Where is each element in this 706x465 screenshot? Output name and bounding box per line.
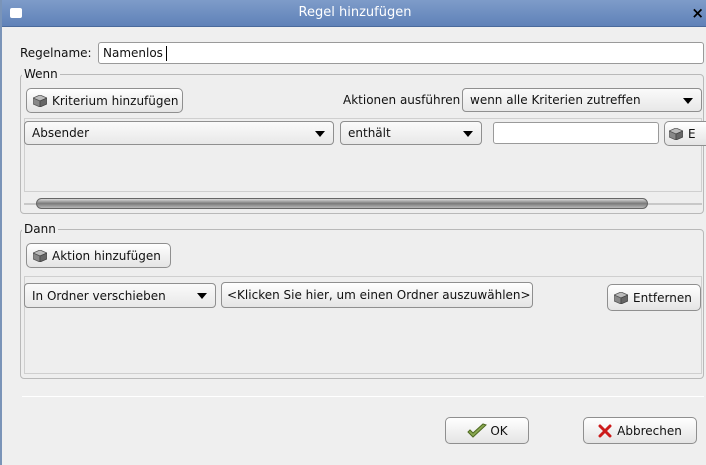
footer-divider — [22, 396, 704, 397]
text-cursor — [166, 46, 167, 61]
remove-criterion-button[interactable]: E — [664, 121, 706, 146]
remove-action-label: Entfernen — [633, 290, 692, 305]
criterion-field-select[interactable]: Absender — [24, 121, 334, 145]
ok-label: OK — [490, 423, 508, 438]
chevron-down-icon — [197, 293, 207, 299]
ok-button[interactable]: OK — [445, 417, 529, 444]
scrollbar-thumb[interactable] — [36, 198, 648, 209]
execute-actions-label: Aktionen ausführen — [343, 93, 461, 107]
add-action-button[interactable]: Aktion hinzufügen — [26, 243, 171, 268]
add-criterion-label: Kriterium hinzufügen — [52, 93, 179, 108]
criterion-value-input[interactable] — [493, 122, 659, 144]
add-action-label: Aktion hinzufügen — [52, 248, 161, 263]
checkmark-icon — [466, 422, 488, 439]
package-icon — [33, 94, 47, 107]
package-icon — [33, 249, 47, 262]
title-bar[interactable]: Regel hinzufügen × — [2, 0, 706, 27]
cancel-button[interactable]: Abbrechen — [583, 417, 697, 444]
add-criterion-button[interactable]: Kriterium hinzufügen — [26, 88, 183, 113]
red-x-icon — [598, 424, 612, 438]
chevron-down-icon — [315, 131, 325, 137]
criterion-field-value: Absender — [32, 126, 89, 140]
criterion-operator-value: enthält — [348, 126, 391, 140]
choose-folder-label: <Klicken Sie hier, um einen Ordner auszu… — [227, 288, 531, 302]
then-legend: Dann — [22, 222, 58, 236]
match-mode-value: wenn alle Kriterien zutreffen — [470, 93, 641, 107]
action-type-select[interactable]: In Ordner verschieben — [24, 283, 216, 308]
rule-name-input[interactable]: Namenlos — [98, 42, 704, 64]
choose-folder-button[interactable]: <Klicken Sie hier, um einen Ordner auszu… — [221, 282, 533, 308]
match-mode-select[interactable]: wenn alle Kriterien zutreffen — [462, 88, 702, 112]
remove-action-button[interactable]: Entfernen — [607, 284, 701, 311]
dialog-window: Regel hinzufügen × Regelname: Namenlos W… — [0, 0, 706, 465]
action-type-value: In Ordner verschieben — [32, 289, 166, 303]
cancel-label: Abbrechen — [617, 423, 682, 438]
close-icon[interactable]: × — [691, 4, 704, 22]
rule-name-label: Regelname: — [20, 46, 92, 60]
chevron-down-icon — [463, 131, 473, 137]
horizontal-scrollbar[interactable] — [24, 197, 702, 211]
package-icon — [614, 291, 628, 304]
window-title: Regel hinzufügen — [298, 5, 412, 20]
criterion-operator-select[interactable]: enthält — [340, 121, 482, 145]
when-legend: Wenn — [22, 67, 60, 81]
rule-name-value: Namenlos — [103, 46, 163, 60]
remove-criterion-label: E — [688, 126, 696, 141]
package-icon — [669, 127, 683, 140]
chevron-down-icon — [683, 98, 693, 104]
